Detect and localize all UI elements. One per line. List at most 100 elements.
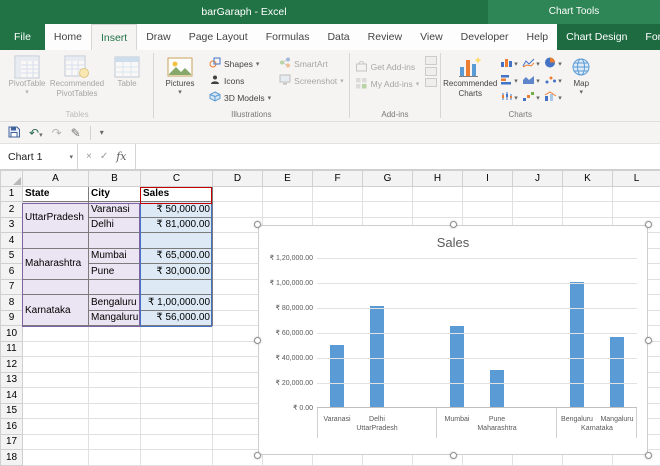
cell-A10[interactable] (23, 326, 89, 342)
cell-A8[interactable]: Karnataka (23, 295, 89, 326)
cell-C4[interactable] (141, 233, 213, 249)
cell-I2[interactable] (463, 202, 513, 218)
cell-B18[interactable] (89, 450, 141, 466)
save-icon[interactable] (8, 126, 20, 140)
cancel-icon[interactable]: × (86, 151, 92, 162)
line-chart-button[interactable]: ▾ (520, 55, 542, 72)
row-header-13[interactable]: 13 (1, 372, 23, 388)
cell-K1[interactable] (563, 186, 613, 202)
my-addins-button[interactable]: My Add-ins ▾ (351, 75, 424, 92)
cell-A18[interactable] (23, 450, 89, 466)
insert-function-icon[interactable]: fx (116, 150, 126, 163)
row-header-8[interactable]: 8 (1, 295, 23, 311)
cell-C9[interactable]: ₹ 56,000.00 (141, 310, 213, 326)
column-header-G[interactable]: G (363, 171, 413, 187)
cell-A16[interactable] (23, 419, 89, 435)
cell-F1[interactable] (313, 186, 363, 202)
area-chart-button[interactable]: ▾ (520, 72, 542, 89)
cell-I1[interactable] (463, 186, 513, 202)
cell-C14[interactable] (141, 388, 213, 404)
cell-D15[interactable] (213, 403, 263, 419)
table-button[interactable]: Table (102, 52, 152, 106)
column-header-J[interactable]: J (513, 171, 563, 187)
cell-C13[interactable] (141, 372, 213, 388)
bar-Delhi[interactable] (370, 306, 384, 407)
cell-C11[interactable] (141, 341, 213, 357)
tab-review[interactable]: Review (359, 24, 411, 50)
tab-insert[interactable]: Insert (91, 24, 137, 50)
row-header-4[interactable]: 4 (1, 233, 23, 249)
cell-C17[interactable] (141, 434, 213, 450)
row-header-16[interactable]: 16 (1, 419, 23, 435)
column-header-I[interactable]: I (463, 171, 513, 187)
undo-icon[interactable]: ↶▾ (29, 127, 43, 139)
column-chart-button[interactable]: ▾ (498, 55, 520, 72)
screenshot-button[interactable]: Screenshot ▾ (275, 72, 348, 89)
cell-C3[interactable]: ₹ 81,000.00 (141, 217, 213, 233)
cell-C10[interactable] (141, 326, 213, 342)
cell-A12[interactable] (23, 357, 89, 373)
3d-models-button[interactable]: 3D Models ▾ (205, 89, 275, 106)
chart-resize-handle[interactable] (254, 221, 261, 228)
cell-H1[interactable] (413, 186, 463, 202)
cell-B1[interactable]: City (89, 186, 141, 202)
column-header-K[interactable]: K (563, 171, 613, 187)
tab-data[interactable]: Data (318, 24, 358, 50)
cell-C2[interactable]: ₹ 50,000.00 (141, 202, 213, 218)
cell-A4[interactable] (23, 233, 89, 249)
cell-C15[interactable] (141, 403, 213, 419)
cell-C16[interactable] (141, 419, 213, 435)
cell-D17[interactable] (213, 434, 263, 450)
combo-chart-button[interactable]: ▾ (542, 89, 564, 106)
cell-D1[interactable] (213, 186, 263, 202)
column-header-A[interactable]: A (23, 171, 89, 187)
column-header-L[interactable]: L (613, 171, 660, 187)
qat-customize-dropdown-icon[interactable]: ▾ (100, 129, 104, 137)
tab-page-layout[interactable]: Page Layout (180, 24, 257, 50)
chart-resize-handle[interactable] (645, 221, 652, 228)
embedded-chart[interactable]: Sales ₹ 1,20,000.00₹ 1,00,000.00₹ 80,000… (258, 225, 648, 455)
addin-mini-icon[interactable] (425, 56, 437, 65)
cell-J1[interactable] (513, 186, 563, 202)
row-header-2[interactable]: 2 (1, 202, 23, 218)
recommended-pivottables-button[interactable]: Recommended PivotTables (52, 52, 102, 106)
cell-C5[interactable]: ₹ 65,000.00 (141, 248, 213, 264)
tab-help[interactable]: Help (518, 24, 558, 50)
cell-B13[interactable] (89, 372, 141, 388)
cell-D9[interactable] (213, 310, 263, 326)
get-addins-button[interactable]: Get Add-ins (351, 58, 424, 75)
cell-K2[interactable] (563, 202, 613, 218)
tab-file[interactable]: File (0, 24, 45, 50)
cell-B17[interactable] (89, 434, 141, 450)
recommended-charts-button[interactable]: Recommended Charts (442, 52, 498, 106)
cell-B2[interactable]: Varanasi (89, 202, 141, 218)
row-header-6[interactable]: 6 (1, 264, 23, 280)
smartart-button[interactable]: SmartArt (275, 55, 348, 72)
cell-A11[interactable] (23, 341, 89, 357)
redo-icon[interactable]: ↷ (52, 127, 62, 139)
icons-button[interactable]: Icons (205, 72, 275, 89)
cell-E2[interactable] (263, 202, 313, 218)
column-header-C[interactable]: C (141, 171, 213, 187)
cell-A5[interactable]: Maharashtra (23, 248, 89, 279)
tab-formulas[interactable]: Formulas (257, 24, 319, 50)
row-header-15[interactable]: 15 (1, 403, 23, 419)
cell-D6[interactable] (213, 264, 263, 280)
tab-format[interactable]: Format (636, 24, 660, 50)
enter-icon[interactable]: ✓ (100, 151, 108, 162)
tab-view[interactable]: View (411, 24, 452, 50)
cell-B5[interactable]: Mumbai (89, 248, 141, 264)
cell-B4[interactable] (89, 233, 141, 249)
cell-C8[interactable]: ₹ 1,00,000.00 (141, 295, 213, 311)
chart-resize-handle[interactable] (254, 452, 261, 459)
pivottable-button[interactable]: PivotTable ▾ (2, 52, 52, 106)
name-box[interactable]: Chart 1 ▾ (0, 144, 78, 169)
cell-F2[interactable] (313, 202, 363, 218)
chart-resize-handle[interactable] (645, 337, 652, 344)
cell-D4[interactable] (213, 233, 263, 249)
column-header-B[interactable]: B (89, 171, 141, 187)
maps-button[interactable]: Map ▾ (564, 52, 598, 106)
cell-B8[interactable]: Bengaluru (89, 295, 141, 311)
cell-B16[interactable] (89, 419, 141, 435)
cell-B14[interactable] (89, 388, 141, 404)
